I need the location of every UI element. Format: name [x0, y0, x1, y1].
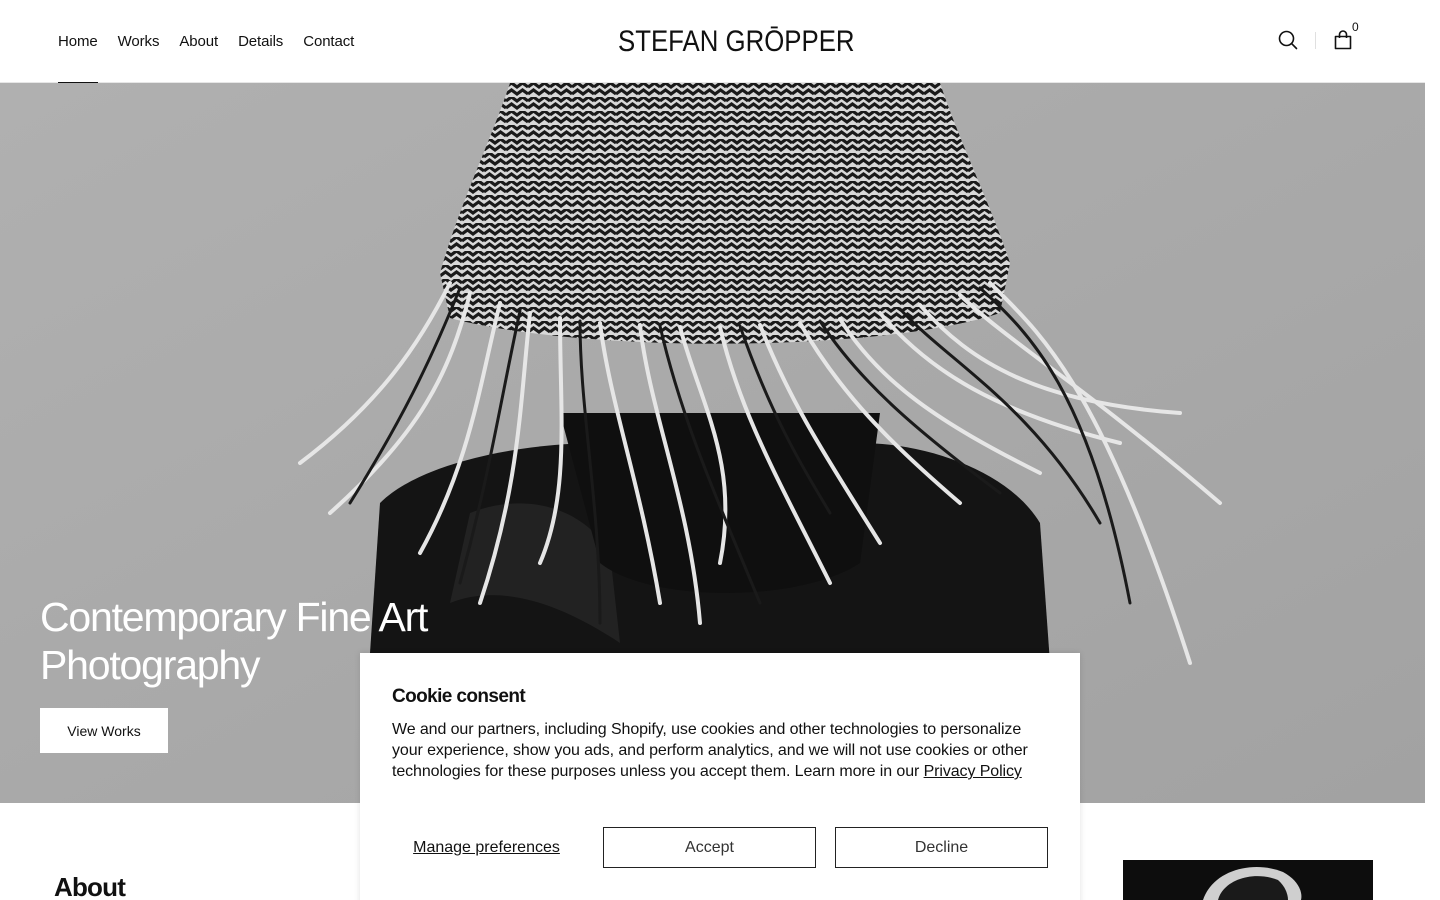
about-heading: About: [54, 872, 126, 900]
cookie-body: We and our partners, including Shopify, …: [392, 719, 1052, 782]
manage-preferences-button[interactable]: Manage preferences: [392, 827, 581, 868]
nav-item-works[interactable]: Works: [118, 0, 160, 83]
site-logo[interactable]: STEFAN GRŌPPER: [618, 22, 855, 62]
site-header: Home Works About Details Contact STEFAN …: [0, 0, 1425, 84]
main-nav: Home Works About Details Contact: [58, 0, 374, 84]
scrollbar-track[interactable]: [1425, 0, 1440, 900]
hero-title-line-1: Contemporary Fine Art: [40, 594, 428, 640]
accept-button[interactable]: Accept: [603, 827, 816, 868]
decline-button[interactable]: Decline: [835, 827, 1048, 868]
about-portrait-image: [1123, 860, 1373, 900]
nav-item-contact[interactable]: Contact: [303, 0, 354, 83]
privacy-policy-link[interactable]: Privacy Policy: [924, 763, 1022, 780]
cart-count-badge: 0: [1352, 20, 1359, 34]
cookie-consent-dialog: Cookie consent We and our partners, incl…: [360, 653, 1080, 900]
nav-item-about[interactable]: About: [179, 0, 218, 83]
header-divider: [1315, 32, 1316, 49]
cookie-title: Cookie consent: [392, 686, 526, 707]
hero-title-line-2: Photography: [40, 642, 261, 688]
view-works-button[interactable]: View Works: [40, 708, 168, 753]
nav-item-details[interactable]: Details: [238, 0, 283, 83]
search-icon[interactable]: [1274, 26, 1302, 54]
nav-item-home[interactable]: Home: [58, 0, 98, 84]
